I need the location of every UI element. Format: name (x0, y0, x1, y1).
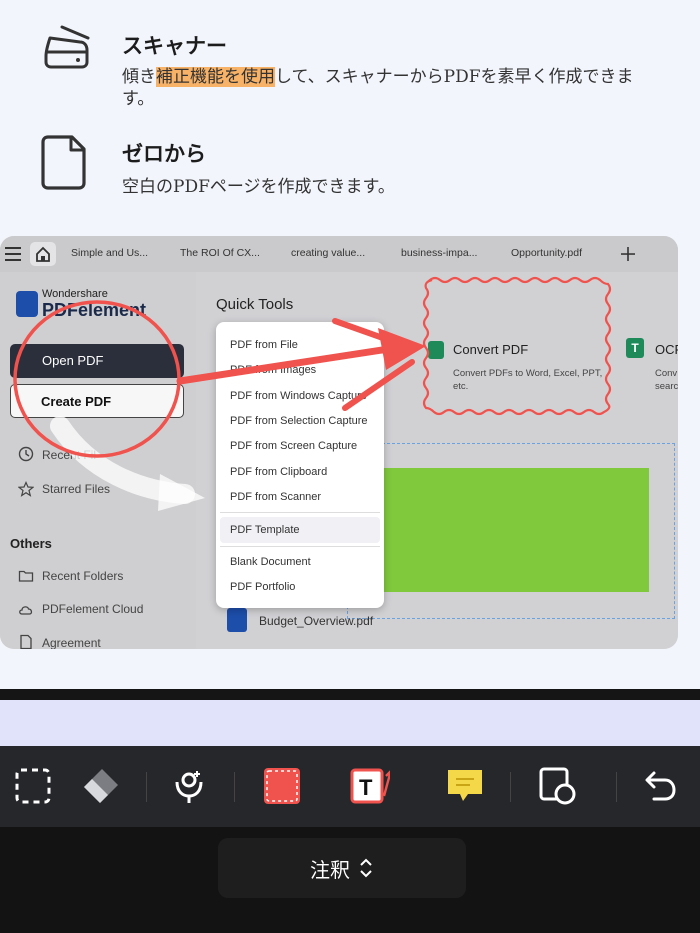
desc-text: 傾き (122, 67, 156, 87)
mode-label: 注釈 (310, 857, 350, 882)
red-wavy-rect-annotation (422, 276, 612, 416)
mode-bar: 注釈 (0, 827, 700, 933)
eraser-tool[interactable] (80, 766, 120, 806)
red-ellipse-annotation (13, 300, 181, 458)
sticky-note-tool[interactable] (444, 766, 484, 806)
mode-selector-button[interactable]: 注釈 (218, 838, 466, 898)
toolbar-divider (616, 772, 617, 802)
select-area-icon (15, 768, 51, 804)
page-gap (0, 700, 700, 746)
shape-icon (539, 767, 576, 805)
feature-desc: 空白のPDFページを作成できます。 (122, 177, 395, 197)
embedded-screenshot: Simple and Us... The ROI Of CX... creati… (0, 236, 678, 649)
toolbar-divider (234, 772, 235, 802)
chevron-up-down-icon (360, 858, 372, 878)
annotation-overlay (13, 276, 612, 511)
white-arrow-head (158, 474, 205, 511)
feature-title: ゼロから (122, 142, 206, 166)
red-arrow-head-1 (378, 328, 426, 370)
text-tool-letter: T (359, 775, 373, 800)
text-box-tool[interactable]: T (350, 766, 390, 806)
toolbar-divider (510, 772, 511, 802)
blank-page-icon (41, 135, 86, 190)
voice-tool[interactable] (169, 766, 209, 806)
red-arrow-2 (332, 318, 403, 347)
microphone-icon (175, 771, 203, 803)
shape-tool[interactable] (538, 766, 578, 806)
undo-icon (645, 771, 676, 801)
feature-desc: 傾き補正機能を使用して、スキャナーからPDFを素早く作成できます。 (122, 66, 642, 110)
red-arrow-3 (342, 359, 415, 411)
select-area-tool[interactable] (13, 766, 53, 806)
rectangle-icon (264, 768, 300, 804)
sticky-note-icon (448, 770, 482, 801)
annotation-toolbar: T (0, 746, 700, 827)
undo-button[interactable] (638, 766, 678, 806)
text-box-icon: T (350, 768, 390, 804)
feature-title: スキャナー (122, 34, 227, 58)
eraser-icon (84, 769, 118, 803)
highlighted-text[interactable]: 補正機能を使用 (156, 67, 275, 87)
rectangle-tool[interactable] (262, 766, 302, 806)
separator-strip (0, 689, 700, 700)
toolbar-divider (146, 772, 147, 802)
document-page: スキャナー 傾き補正機能を使用して、スキャナーからPDFを素早く作成できます。 … (0, 0, 700, 690)
red-arrow-1 (176, 344, 399, 385)
